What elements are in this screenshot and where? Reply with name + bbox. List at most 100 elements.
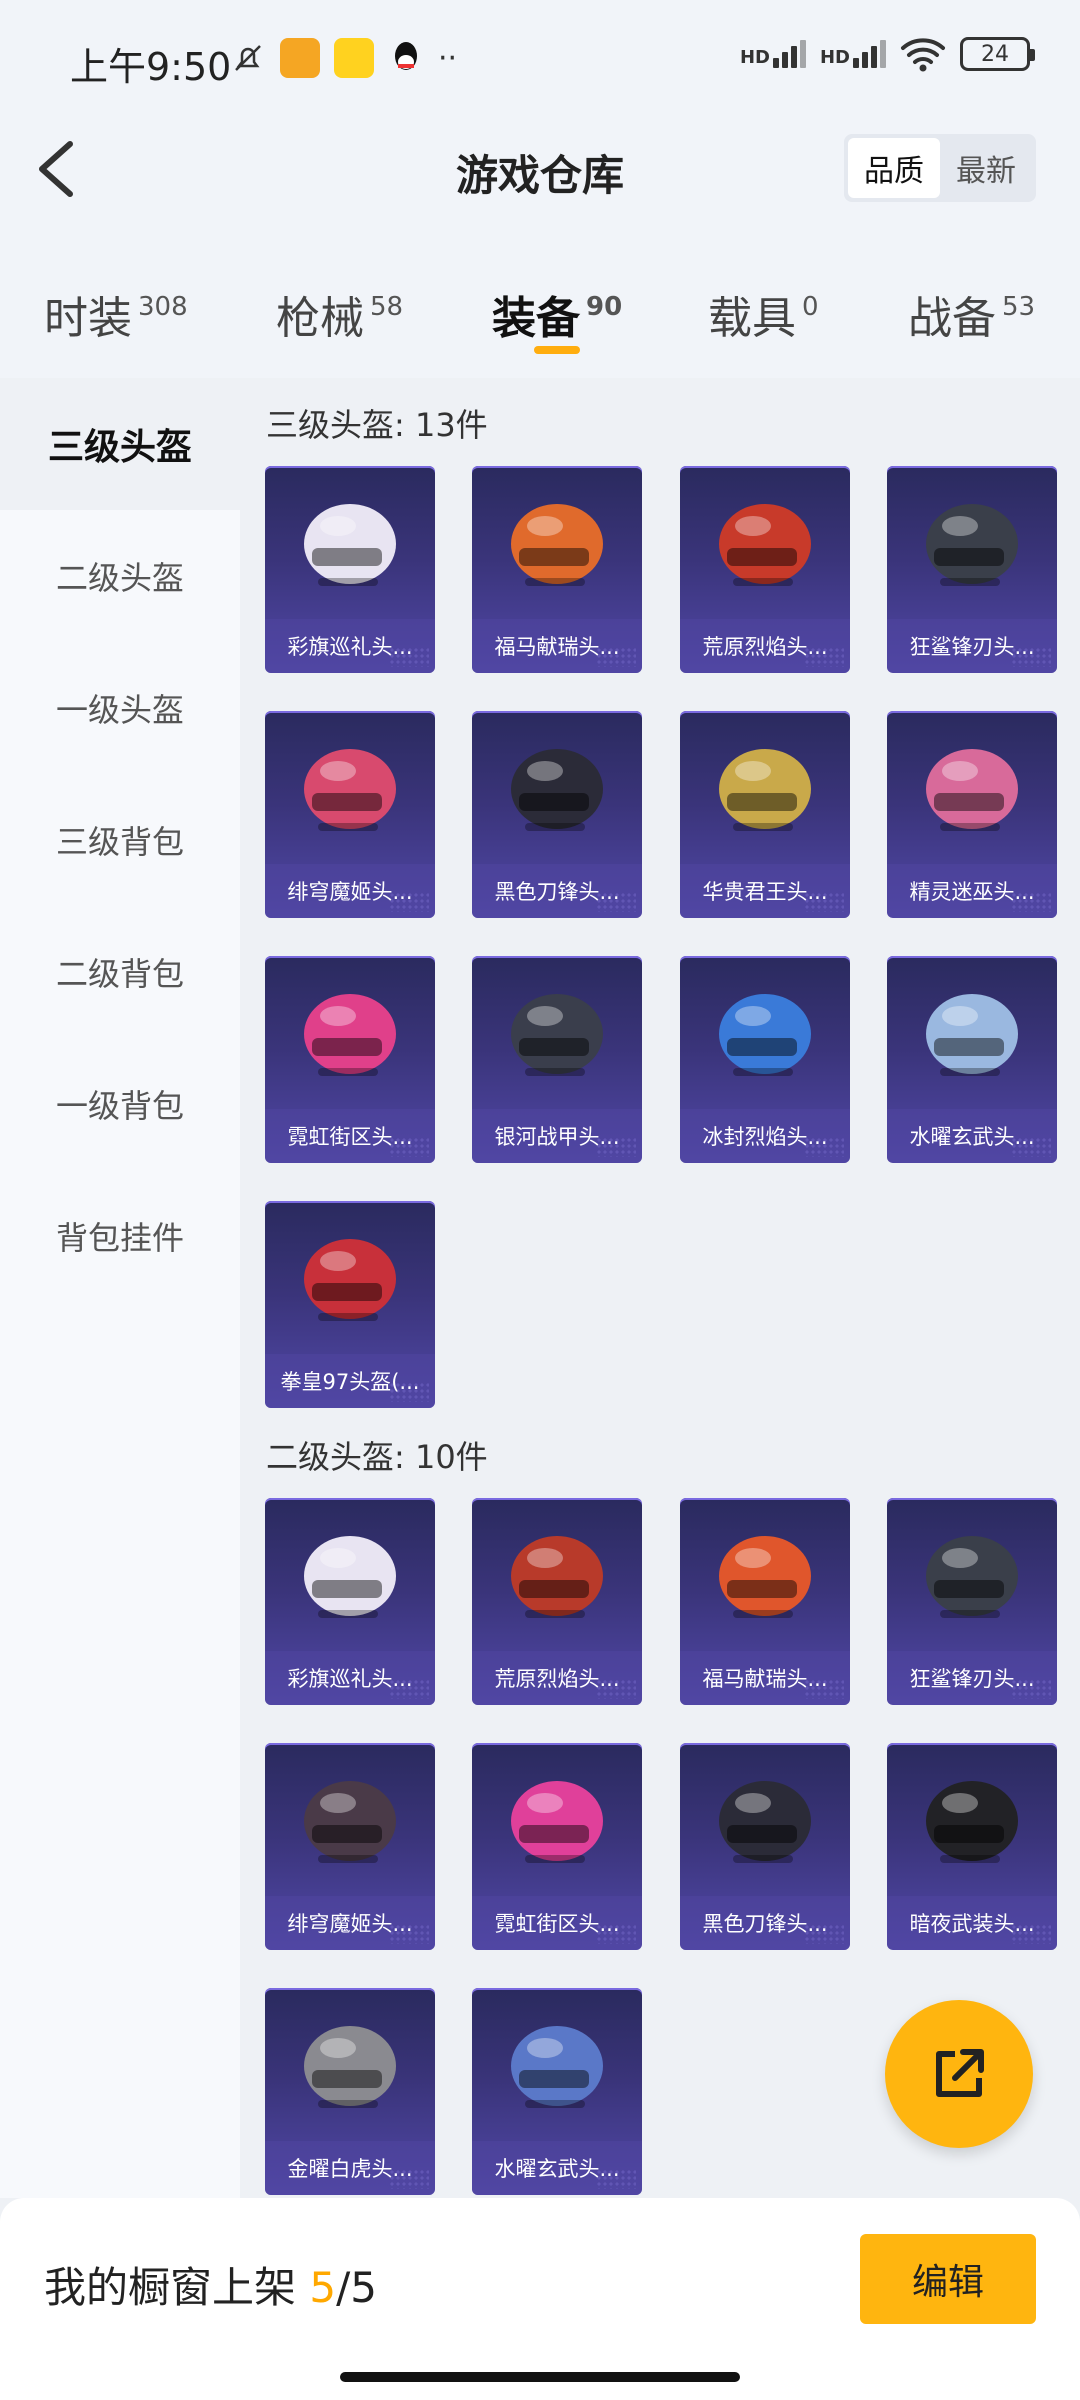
item-name: 华贵君王头... (680, 864, 850, 918)
tab-label: 枪械 (276, 293, 364, 344)
signal-icon-2: HD (820, 40, 886, 68)
status-time: 上午9:50 (70, 45, 232, 89)
edit-button[interactable]: 编辑 (860, 2234, 1036, 2324)
item-name: 福马献瑞头... (680, 1651, 850, 1705)
system-status: HD HD 24 (740, 36, 1035, 72)
item-card[interactable]: 狂鲨锋刃头... (887, 1498, 1057, 1705)
item-card[interactable]: 金曜白虎头... (265, 1988, 435, 2195)
bottom-bar: 我的橱窗上架 5/5 编辑 (0, 2198, 1080, 2400)
tab-count: 308 (138, 292, 188, 322)
item-card[interactable]: 绯穹魔姬头... (265, 1743, 435, 1950)
category-tabs: 时装 308 枪械 58 装备 90 载具 0 战备 53 (0, 260, 1080, 378)
app-notification-icon (280, 38, 320, 78)
item-card[interactable]: 彩旗巡礼头... (265, 466, 435, 673)
item-card[interactable]: 福马献瑞头... (472, 466, 642, 673)
item-card[interactable]: 霓虹街区头... (472, 1743, 642, 1950)
item-name: 彩旗巡礼头... (265, 1651, 435, 1705)
item-card[interactable]: 霓虹街区头... (265, 956, 435, 1163)
sort-toggle: 品质 最新 (844, 134, 1036, 202)
showcase-status: 我的橱窗上架 5/5 (44, 2254, 377, 2315)
helmet-icon (287, 1763, 413, 1873)
signal-icon: HD (740, 40, 806, 68)
battery-icon: 24 (960, 37, 1035, 71)
qq-icon (395, 42, 417, 70)
section-title-level2: 二级头盔: 10件 (266, 1438, 488, 1476)
item-name: 金曜白虎头... (265, 2141, 435, 2195)
sidebar-item-backpack-charm[interactable]: 背包挂件 (0, 1170, 240, 1302)
sidebar-item-level3-backpack[interactable]: 三级背包 (0, 774, 240, 906)
item-card[interactable]: 绯穹魔姬头... (265, 711, 435, 918)
showcase-label: 我的橱窗上架 (44, 2263, 297, 2312)
sidebar-item-level2-helmet[interactable]: 二级头盔 (0, 510, 240, 642)
item-grid-area: 三级头盔: 13件 二级头盔: 10件 彩旗巡礼头... 福马献瑞头... 荒原烈焰… (240, 378, 1080, 2198)
item-name: 水曜玄武头... (887, 1109, 1057, 1163)
helmet-icon (494, 1763, 620, 1873)
item-name: 福马献瑞头... (472, 619, 642, 673)
home-indicator (340, 2372, 740, 2382)
item-card[interactable]: 荒原烈焰头... (472, 1498, 642, 1705)
status-bar: 上午9:50 ·· HD HD 24 (0, 0, 1080, 118)
tab-equipment[interactable]: 装备 90 (492, 282, 622, 346)
item-card[interactable]: 狂鲨锋刃头... (887, 466, 1057, 673)
helmet-icon (494, 486, 620, 596)
helmet-icon (909, 731, 1035, 841)
item-name: 彩旗巡礼头... (265, 619, 435, 673)
item-card[interactable]: 暗夜武装头... (887, 1743, 1057, 1950)
item-card[interactable]: 水曜玄武头... (887, 956, 1057, 1163)
helmet-icon (287, 731, 413, 841)
helmet-icon (909, 1518, 1035, 1628)
item-card[interactable]: 拳皇97头盔(... (265, 1201, 435, 1408)
item-card[interactable]: 荒原烈焰头... (680, 466, 850, 673)
tab-fashion[interactable]: 时装 308 (44, 282, 188, 346)
external-link-icon (936, 2049, 984, 2097)
item-name: 绯穹魔姬头... (265, 1896, 435, 1950)
helmet-icon (909, 1763, 1035, 1873)
helmet-icon (702, 1763, 828, 1873)
tab-count: 53 (1002, 292, 1036, 322)
helmet-icon (909, 486, 1035, 596)
showcase-current: 5 (309, 2263, 337, 2312)
item-card[interactable]: 水曜玄武头... (472, 1988, 642, 2195)
item-card[interactable]: 黑色刀锋头... (680, 1743, 850, 1950)
sidebar-item-level1-backpack[interactable]: 一级背包 (0, 1038, 240, 1170)
helmet-icon (287, 486, 413, 596)
helmet-icon (702, 1518, 828, 1628)
item-name: 霓虹街区头... (472, 1896, 642, 1950)
sort-quality-option[interactable]: 品质 (848, 138, 940, 198)
item-name: 水曜玄武头... (472, 2141, 642, 2195)
subcategory-sidebar: 三级头盔 二级头盔 一级头盔 三级背包 二级背包 一级背包 背包挂件 (0, 378, 240, 2198)
item-card[interactable]: 精灵迷巫头... (887, 711, 1057, 918)
signal-label: HD (739, 47, 770, 68)
helmet-icon (494, 1518, 620, 1628)
item-name: 黑色刀锋头... (680, 1896, 850, 1950)
helmet-icon (494, 731, 620, 841)
tab-label: 战备 (908, 293, 996, 344)
item-card[interactable]: 冰封烈焰头... (680, 956, 850, 1163)
game-notification-icon (334, 38, 374, 78)
item-card[interactable]: 银河战甲头... (472, 956, 642, 1163)
helmet-icon (287, 976, 413, 1086)
item-card[interactable]: 福马献瑞头... (680, 1498, 850, 1705)
share-button[interactable] (885, 2000, 1033, 2148)
item-name: 冰封烈焰头... (680, 1109, 850, 1163)
sidebar-item-level1-helmet[interactable]: 一级头盔 (0, 642, 240, 774)
item-name: 暗夜武装头... (887, 1896, 1057, 1950)
more-dots-icon: ·· (438, 40, 458, 76)
item-name: 荒原烈焰头... (472, 1651, 642, 1705)
tab-vehicles[interactable]: 载具 0 (708, 282, 819, 346)
item-card[interactable]: 黑色刀锋头... (472, 711, 642, 918)
sidebar-item-level2-backpack[interactable]: 二级背包 (0, 906, 240, 1038)
tab-label: 载具 (708, 293, 796, 344)
tab-label: 装备 (492, 293, 580, 344)
sort-newest-option[interactable]: 最新 (940, 138, 1032, 198)
wifi-icon (901, 38, 945, 72)
item-card[interactable]: 华贵君王头... (680, 711, 850, 918)
tab-supplies[interactable]: 战备 53 (908, 282, 1035, 346)
tab-firearms[interactable]: 枪械 58 (276, 282, 403, 346)
mute-bell-icon (235, 45, 261, 71)
item-name: 狂鲨锋刃头... (887, 619, 1057, 673)
showcase-total: /5 (336, 2263, 377, 2312)
sidebar-item-level3-helmet[interactable]: 三级头盔 (0, 378, 240, 510)
tab-count: 0 (802, 292, 819, 322)
item-card[interactable]: 彩旗巡礼头... (265, 1498, 435, 1705)
